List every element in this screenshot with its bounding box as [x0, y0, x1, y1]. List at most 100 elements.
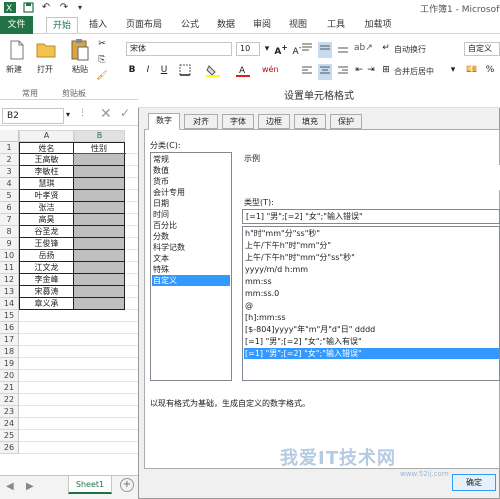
- cell-name[interactable]: 宋募涛: [19, 286, 74, 298]
- increase-indent-icon[interactable]: ⇥: [366, 64, 376, 76]
- cell-gender[interactable]: [74, 250, 125, 262]
- cell-name[interactable]: 岳扬: [19, 250, 74, 262]
- row-header[interactable]: 15: [0, 310, 19, 322]
- row-header[interactable]: 16: [0, 322, 19, 334]
- customize-quick-access-icon[interactable]: ▾: [74, 2, 86, 13]
- font-size-dropdown-icon[interactable]: ▾: [262, 43, 272, 55]
- empty-cell[interactable]: [19, 406, 138, 418]
- font-color-icon[interactable]: A: [236, 64, 250, 81]
- format-item[interactable]: 上午/下午h"时"mm"分"ss"秒": [244, 252, 499, 263]
- cell[interactable]: [125, 262, 138, 274]
- category-item[interactable]: 自定义: [152, 275, 230, 286]
- tab-fill[interactable]: 填充: [294, 114, 326, 129]
- tab-formulas[interactable]: 公式: [176, 17, 204, 33]
- cell[interactable]: [125, 298, 138, 310]
- tab-number[interactable]: 数字: [148, 113, 180, 130]
- category-item[interactable]: 时间: [152, 209, 230, 220]
- cell[interactable]: [125, 154, 138, 166]
- tab-addins[interactable]: 加载项: [358, 17, 398, 33]
- cell-name[interactable]: 慧琪: [19, 178, 74, 190]
- scroll-right-icon[interactable]: ▶: [26, 481, 34, 492]
- bold-icon[interactable]: B: [126, 64, 138, 76]
- font-size-select[interactable]: 10: [236, 42, 260, 56]
- tab-alignment[interactable]: 对齐: [184, 114, 218, 129]
- row-header[interactable]: 11: [0, 262, 19, 274]
- format-item[interactable]: [h]:mm:ss: [244, 312, 499, 323]
- ok-button[interactable]: 确定: [452, 474, 496, 491]
- confirm-entry-icon[interactable]: ✓: [120, 106, 130, 120]
- empty-cell[interactable]: [19, 334, 138, 346]
- cancel-entry-icon[interactable]: ✕: [100, 106, 112, 122]
- category-item[interactable]: 日期: [152, 198, 230, 209]
- name-box-dropdown-icon[interactable]: ▾: [66, 110, 70, 119]
- tab-data[interactable]: 数据: [212, 17, 240, 33]
- cell[interactable]: [125, 250, 138, 262]
- cell[interactable]: [125, 286, 138, 298]
- undo-icon[interactable]: ↶: [40, 2, 52, 13]
- decrease-indent-icon[interactable]: ⇤: [354, 64, 364, 76]
- row-header[interactable]: 20: [0, 370, 19, 382]
- grow-font-icon[interactable]: A+: [274, 42, 288, 58]
- column-header-a[interactable]: A: [19, 130, 74, 142]
- align-middle-icon[interactable]: [318, 42, 332, 58]
- empty-cell[interactable]: [19, 310, 138, 322]
- cell-name[interactable]: 张洁: [19, 202, 74, 214]
- category-item[interactable]: 百分比: [152, 220, 230, 231]
- merge-dropdown-icon[interactable]: ▾: [448, 64, 458, 76]
- cell-name[interactable]: 王俊锋: [19, 238, 74, 250]
- row-header[interactable]: 18: [0, 346, 19, 358]
- cell-gender[interactable]: [74, 274, 125, 286]
- empty-cell[interactable]: [19, 370, 138, 382]
- cell[interactable]: [125, 142, 138, 154]
- empty-cell[interactable]: [19, 322, 138, 334]
- tab-review[interactable]: 审阅: [248, 17, 276, 33]
- open-button[interactable]: 打开: [37, 64, 53, 75]
- tab-page-layout[interactable]: 页面布局: [120, 17, 168, 33]
- cell-name[interactable]: 谷圣龙: [19, 226, 74, 238]
- row-header[interactable]: 25: [0, 430, 19, 442]
- format-item[interactable]: @: [244, 300, 499, 311]
- cell[interactable]: [125, 214, 138, 226]
- cell[interactable]: [125, 202, 138, 214]
- tab-tools[interactable]: 工具: [322, 17, 350, 33]
- cell-gender[interactable]: [74, 202, 125, 214]
- format-item[interactable]: mm:ss: [244, 276, 499, 287]
- cell-gender[interactable]: [74, 226, 125, 238]
- cell-gender[interactable]: [74, 190, 125, 202]
- format-item[interactable]: mm:ss.0: [244, 288, 499, 299]
- cell[interactable]: [125, 274, 138, 286]
- align-center-icon[interactable]: [318, 64, 332, 80]
- cell-name[interactable]: 李敏枉: [19, 166, 74, 178]
- format-item[interactable]: [$-804]yyyy"年"m"月"d"日" dddd: [244, 324, 499, 335]
- empty-cell[interactable]: [19, 430, 138, 442]
- cell-name[interactable]: 王高敏: [19, 154, 74, 166]
- merge-center-button[interactable]: 合并后居中: [394, 66, 434, 77]
- row-header[interactable]: 2: [0, 154, 19, 166]
- row-header[interactable]: 9: [0, 238, 19, 250]
- row-header[interactable]: 4: [0, 178, 19, 190]
- format-item[interactable]: yyyy/m/d h:mm: [244, 264, 499, 275]
- cell-name[interactable]: 李金峰: [19, 274, 74, 286]
- row-header[interactable]: 26: [0, 442, 19, 454]
- cell-gender[interactable]: [74, 286, 125, 298]
- category-item[interactable]: 常规: [152, 154, 230, 165]
- category-item[interactable]: 特殊: [152, 264, 230, 275]
- italic-icon[interactable]: I: [142, 64, 154, 76]
- cell[interactable]: [125, 226, 138, 238]
- new-button[interactable]: 新建: [6, 64, 22, 75]
- tab-file[interactable]: 文件: [0, 16, 33, 34]
- select-all-corner[interactable]: [0, 130, 19, 142]
- row-header[interactable]: 13: [0, 286, 19, 298]
- cell-gender[interactable]: [74, 214, 125, 226]
- category-item[interactable]: 数值: [152, 165, 230, 176]
- category-item[interactable]: 科学记数: [152, 242, 230, 253]
- tab-font[interactable]: 字体: [222, 114, 254, 129]
- cut-icon[interactable]: ✂: [96, 38, 108, 50]
- cell-gender[interactable]: [73, 153, 126, 167]
- row-header[interactable]: 17: [0, 334, 19, 346]
- open-folder-icon[interactable]: [36, 40, 56, 60]
- empty-cell[interactable]: [19, 442, 138, 454]
- row-header[interactable]: 8: [0, 226, 19, 238]
- format-item[interactable]: [=1] "男";[=2] "女";"输入有误": [244, 336, 499, 347]
- tab-view[interactable]: 视图: [284, 17, 312, 33]
